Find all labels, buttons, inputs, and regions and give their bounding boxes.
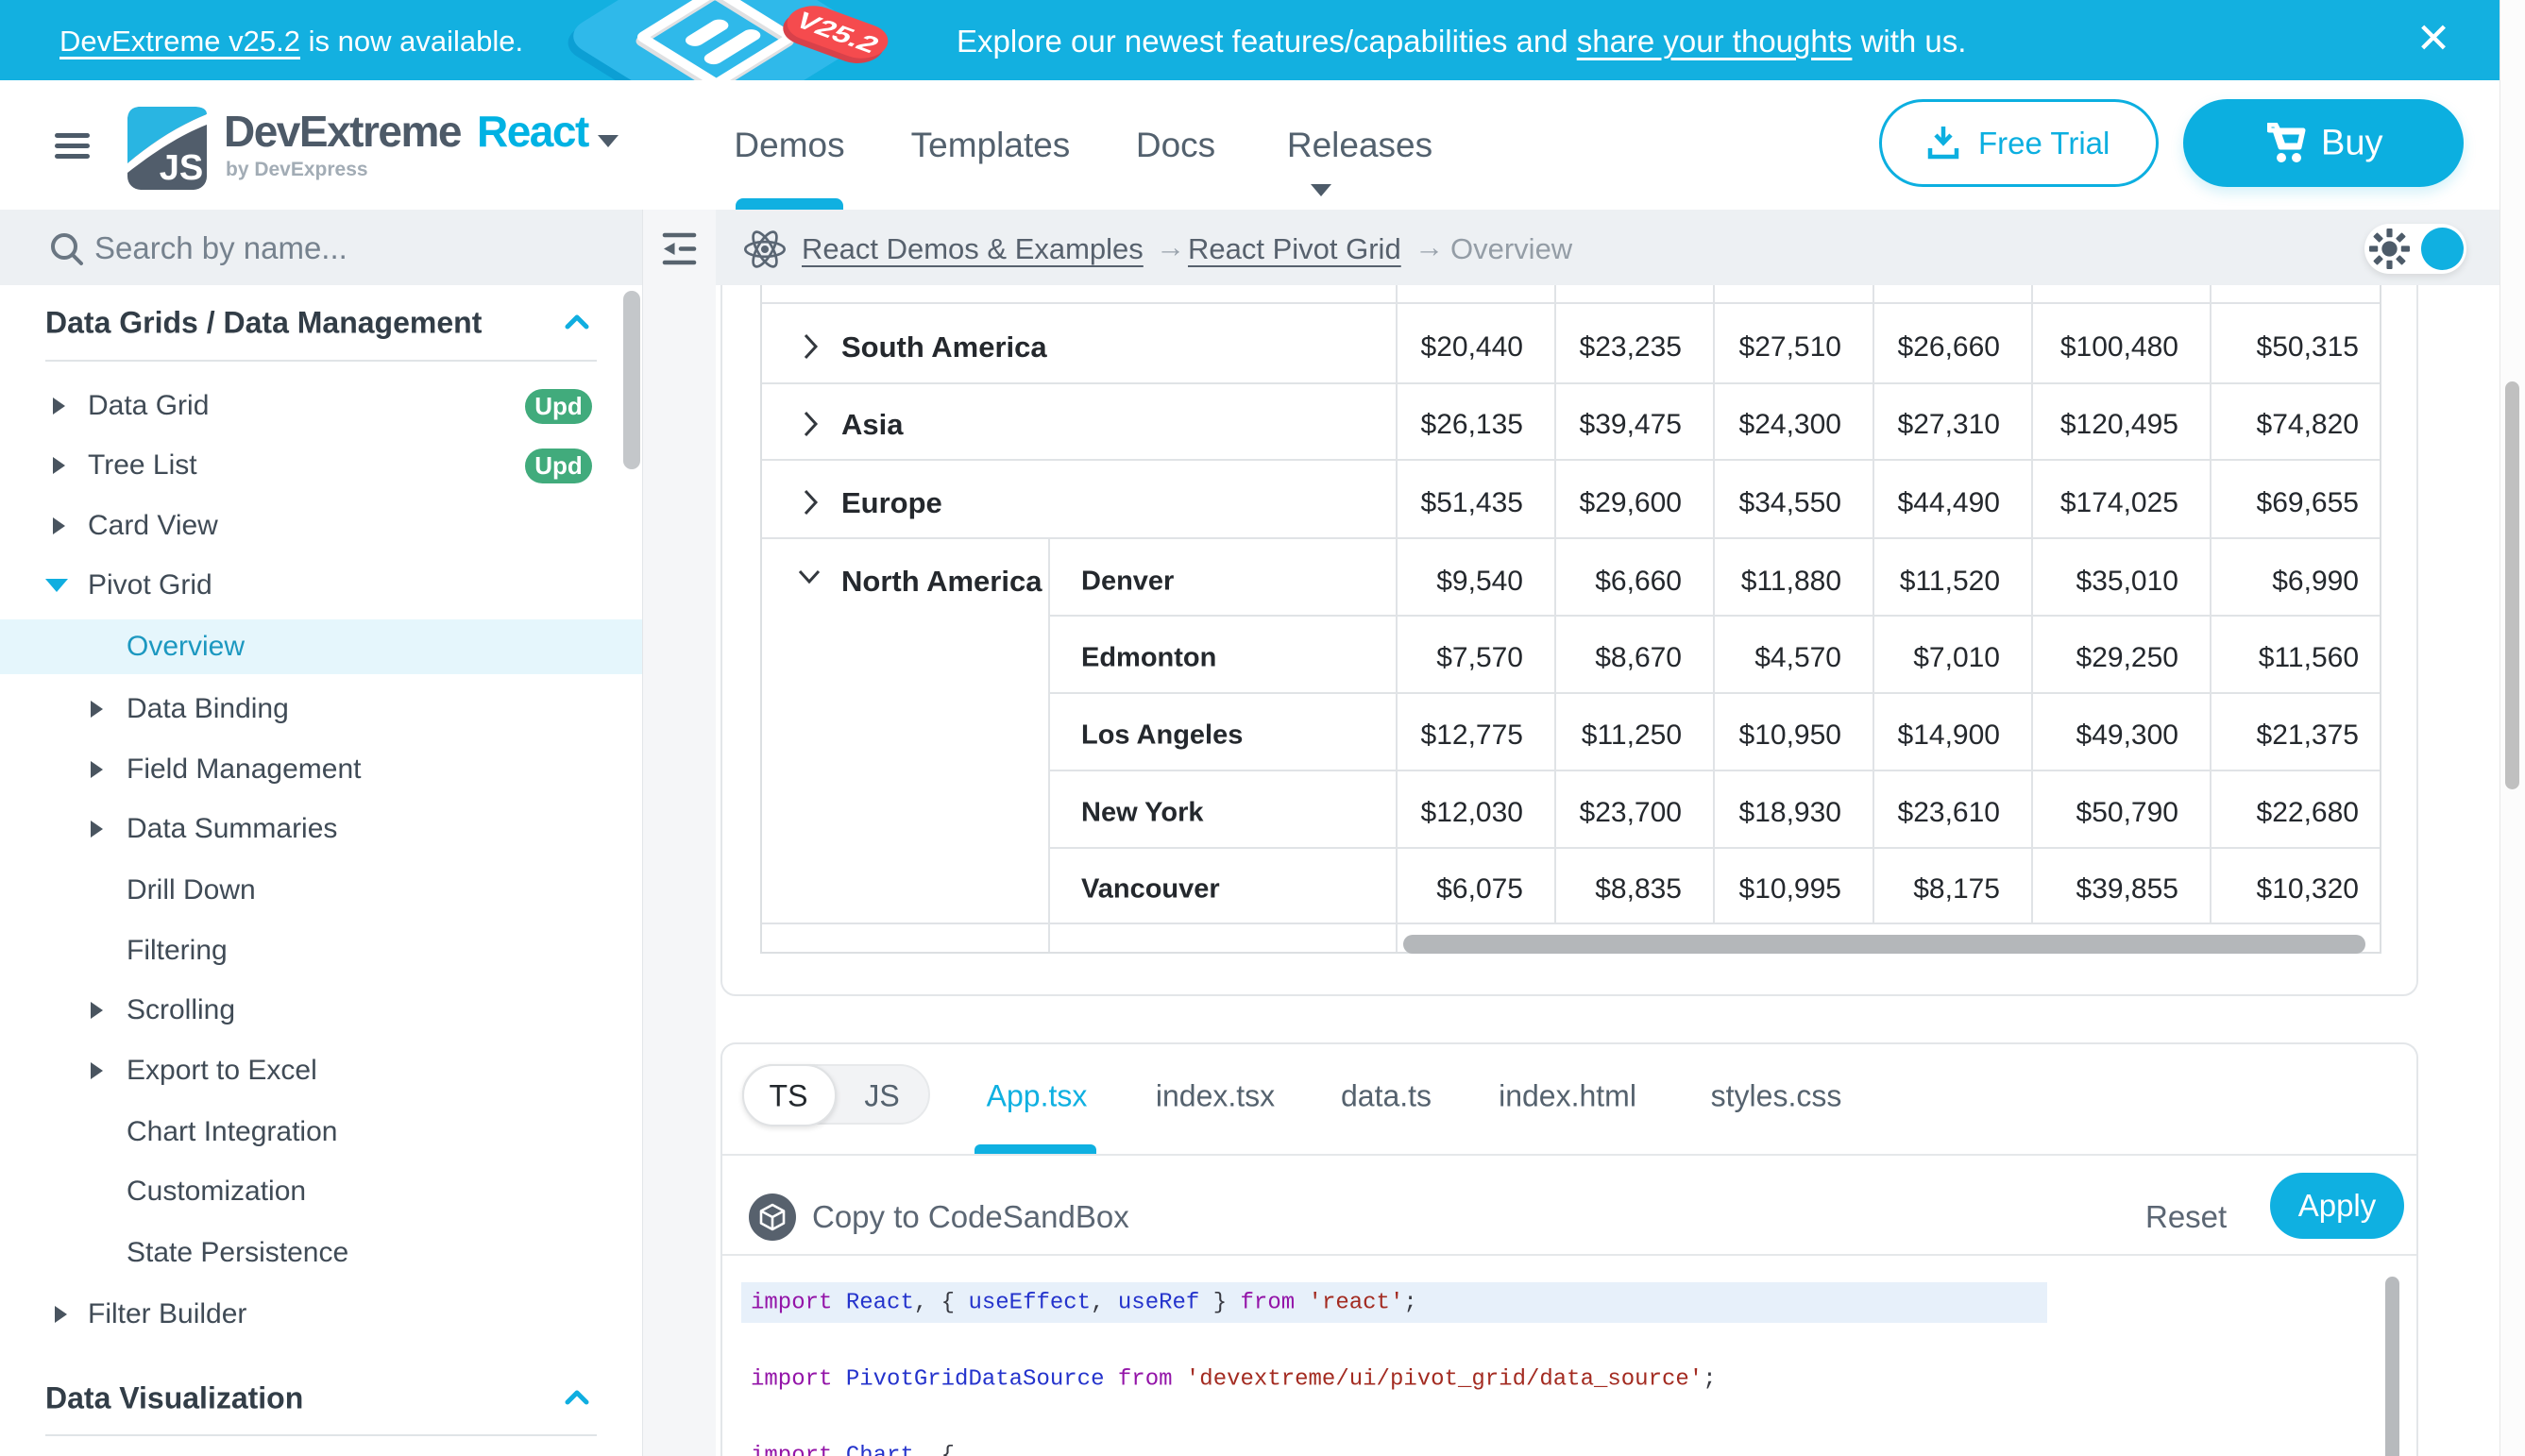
svg-text:JS: JS	[160, 148, 203, 188]
